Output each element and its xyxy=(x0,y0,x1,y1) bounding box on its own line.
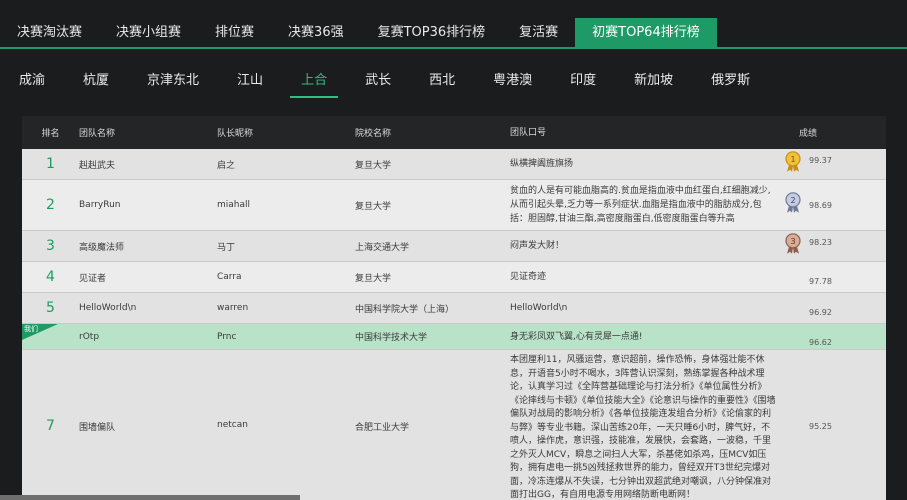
score-value: 98.23 xyxy=(809,238,832,247)
score-value: 97.78 xyxy=(809,277,832,286)
captain-cell: warren xyxy=(217,303,249,313)
table-row[interactable]: 7 围墙偏队 netcan 合肥工业大学 本团厘利11，风骚运营，意识超前，操作… xyxy=(22,350,886,500)
captain-cell: netcan xyxy=(217,420,248,430)
team-cell: BarryRun xyxy=(79,200,121,210)
table-row[interactable]: 4 见证者 Carra 复旦大学 见证奇迹 97.78 xyxy=(22,262,886,293)
table-row[interactable]: 1 赳赳武夫 启之 复旦大学 纵横捭阖旌旗扬 1 99.37 xyxy=(22,149,886,180)
ours-label: 我们 xyxy=(24,325,38,333)
school-cell: 上海交通大学 xyxy=(355,242,410,253)
slogan-cell: HelloWorld\n xyxy=(510,303,568,313)
header-school: 院校名称 xyxy=(355,129,392,139)
score-value: 96.62 xyxy=(809,338,832,347)
team-cell: HelloWorld\n xyxy=(79,303,137,313)
score-cell: 97.78 xyxy=(785,262,886,292)
team-cell: 见证者 xyxy=(79,273,107,284)
header-slogan: 团队口号 xyxy=(510,127,547,138)
rank-cell: 3 xyxy=(46,238,55,254)
top-tab-bar: 决赛淘汰赛 决赛小组赛 排位赛 决赛36强 复赛TOP36排行榜 复活赛 初赛T… xyxy=(0,18,907,48)
header-rank: 排名 xyxy=(41,129,60,139)
table-row[interactable]: 2 BarryRun miahall 复旦大学 贫血的人是有可能血脂高的.贫血是… xyxy=(22,180,886,231)
table-row[interactable]: 3 高级魔法师 马丁 上海交通大学 闷声发大财！ 3 98.23 xyxy=(22,231,886,262)
header-score: 成绩 xyxy=(799,129,818,139)
tab-revival[interactable]: 复活赛 xyxy=(502,18,575,48)
tab-underline xyxy=(0,47,907,49)
captain-cell: 马丁 xyxy=(217,242,236,253)
slogan-cell: 贫血的人是有可能血脂高的.贫血是指血液中血红蛋白,红细胞减少,从而引起头晕,乏力… xyxy=(510,186,771,224)
score-cell: 2 98.69 xyxy=(785,180,886,230)
region-tab-russia[interactable]: 俄罗斯 xyxy=(700,66,761,96)
captain-cell: 启之 xyxy=(217,160,236,171)
score-cell: 95.25 xyxy=(785,350,886,500)
slogan-cell: 身无彩凤双飞翼,心有灵犀一点通! xyxy=(510,331,643,342)
table-row[interactable]: 5 HelloWorld\n warren 中国科学院大学（上海） HelloW… xyxy=(22,293,886,324)
region-tab-yuegangao[interactable]: 粤港澳 xyxy=(482,66,543,96)
rank-cell: 7 xyxy=(46,418,55,434)
region-tab-xibei[interactable]: 西北 xyxy=(418,66,466,96)
horizontal-scrollbar[interactable] xyxy=(0,495,300,500)
table-header: 排名 团队名称 队长昵称 院校名称 团队口号 成绩 xyxy=(22,116,886,149)
tab-final-36[interactable]: 决赛36强 xyxy=(271,18,361,48)
score-value: 98.69 xyxy=(809,201,832,210)
region-tab-wuchang[interactable]: 武长 xyxy=(354,66,402,96)
region-tab-bar: 成渝 杭厦 京津东北 江山 上合 武长 西北 粤港澳 印度 新加坡 俄罗斯 xyxy=(8,66,777,98)
team-cell: 高级魔法师 xyxy=(79,242,125,253)
header-team: 团队名称 xyxy=(79,129,116,139)
captain-cell: miahall xyxy=(217,200,251,210)
gold-medal-icon: 1 xyxy=(785,151,801,172)
captain-cell: Carra xyxy=(217,272,242,282)
slogan-cell: 闷声发大财！ xyxy=(510,241,565,251)
tab-ranking-match[interactable]: 排位赛 xyxy=(198,18,271,48)
school-cell: 复旦大学 xyxy=(355,160,392,171)
region-tab-jingjin[interactable]: 京津东北 xyxy=(136,66,210,96)
ranking-table: 排名 团队名称 队长昵称 院校名称 团队口号 成绩 1 赳赳武夫 启之 复旦大学… xyxy=(22,116,886,500)
score-value: 96.92 xyxy=(809,308,832,317)
rank-cell: 4 xyxy=(46,269,55,285)
region-tab-jiangshan[interactable]: 江山 xyxy=(226,66,274,96)
header-captain: 队长昵称 xyxy=(217,129,254,139)
school-cell: 复旦大学 xyxy=(355,201,392,212)
rank-cell: 2 xyxy=(46,197,55,213)
silver-medal-icon: 2 xyxy=(785,192,801,213)
slogan-cell: 本团厘利11，风骚运营，意识超前，操作恐怖，身体强壮能不休息，开语音5小时不喝水… xyxy=(510,355,776,500)
score-cell: 96.62 xyxy=(785,324,886,349)
team-cell: 围墙偏队 xyxy=(79,423,116,433)
rank-cell: 5 xyxy=(46,300,55,316)
slogan-cell: 见证奇迹 xyxy=(510,272,547,282)
captain-cell: Prnc xyxy=(217,331,237,342)
school-cell: 复旦大学 xyxy=(355,273,392,284)
score-value: 95.25 xyxy=(809,422,832,431)
score-cell: 1 99.37 xyxy=(785,149,886,179)
region-tab-chengyu[interactable]: 成渝 xyxy=(8,66,56,96)
score-value: 99.37 xyxy=(809,156,832,165)
school-cell: 中国科学院大学（上海） xyxy=(355,304,455,315)
medal-number: 3 xyxy=(790,237,795,246)
tab-semifinal-top36[interactable]: 复赛TOP36排行榜 xyxy=(361,18,503,48)
bronze-medal-icon: 3 xyxy=(785,233,801,254)
table-row-ours[interactable]: 我们 rOtp Prnc 中国科学技术大学 身无彩凤双飞翼,心有灵犀一点通! 9… xyxy=(22,324,886,350)
score-cell: 3 98.23 xyxy=(785,231,886,261)
school-cell: 中国科学技术大学 xyxy=(355,333,428,343)
slogan-cell: 纵横捭阖旌旗扬 xyxy=(510,159,574,169)
team-cell: 赳赳武夫 xyxy=(79,160,116,171)
rank-cell: 1 xyxy=(46,156,55,172)
team-cell: rOtp xyxy=(79,331,100,342)
region-tab-india[interactable]: 印度 xyxy=(559,66,607,96)
region-tab-shanghe[interactable]: 上合 xyxy=(290,66,339,98)
school-cell: 合肥工业大学 xyxy=(355,423,410,433)
region-tab-singapore[interactable]: 新加坡 xyxy=(623,66,684,96)
tab-final-group[interactable]: 决赛小组赛 xyxy=(99,18,198,48)
medal-number: 2 xyxy=(790,196,795,205)
medal-number: 1 xyxy=(790,155,795,164)
tab-prelim-top64[interactable]: 初赛TOP64排行榜 xyxy=(575,18,717,48)
region-tab-hangxia[interactable]: 杭厦 xyxy=(72,66,120,96)
tab-final-knockout[interactable]: 决赛淘汰赛 xyxy=(0,18,99,48)
score-cell: 96.92 xyxy=(785,293,886,323)
